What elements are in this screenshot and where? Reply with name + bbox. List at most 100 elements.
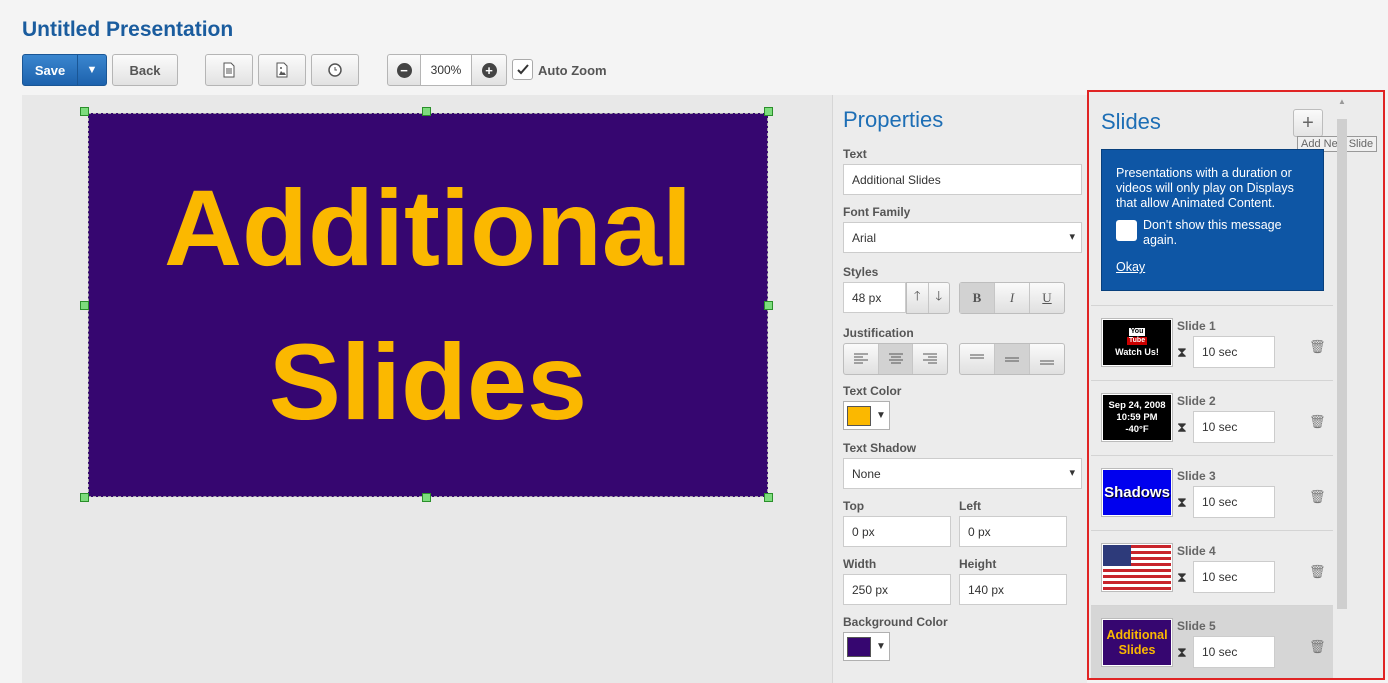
trash-icon[interactable]: 🗑 (1309, 489, 1326, 505)
italic-button[interactable]: I (995, 283, 1030, 313)
trash-icon[interactable]: 🗑 (1309, 339, 1326, 355)
save-dropdown-button[interactable]: ▼ (77, 54, 107, 86)
align-middle-icon[interactable] (995, 344, 1030, 374)
clock-icon (328, 63, 342, 77)
shadows-thumbnail: Shadows (1103, 470, 1171, 515)
add-image-button[interactable] (258, 54, 306, 86)
slide-list-item-selected[interactable]: Additional Slides Slide 5 ⧗ 10 sec 🗑 (1091, 605, 1333, 678)
font-size-input[interactable]: 48 px (843, 282, 906, 313)
zoom-in-button[interactable]: + (471, 54, 507, 86)
horizontal-align-group (843, 343, 948, 375)
slide-name: Slide 2 (1177, 394, 1216, 408)
width-input[interactable]: 250 px (843, 574, 951, 605)
dont-show-checkbox[interactable] (1116, 220, 1137, 241)
resize-handle-top[interactable] (422, 107, 431, 116)
caret-down-icon: ▼ (876, 641, 886, 652)
font-family-label: Font Family (843, 205, 911, 219)
arrow-up-icon[interactable]: 🡑 (907, 283, 929, 313)
slides-scrollbar[interactable]: ▲ (1335, 97, 1349, 677)
height-input[interactable]: 140 px (959, 574, 1067, 605)
plus-icon: + (481, 62, 497, 78)
auto-zoom-checkbox[interactable] (512, 59, 533, 80)
add-new-slide-button[interactable]: + (1293, 109, 1323, 137)
height-label: Height (959, 557, 997, 571)
resize-handle-bottom[interactable] (422, 493, 431, 502)
hourglass-icon: ⧗ (1177, 569, 1187, 585)
background-color-swatch (847, 636, 871, 657)
top-input[interactable]: 0 px (843, 516, 951, 547)
slide-thumbnail[interactable]: You Tube Watch Us! (1101, 318, 1173, 367)
font-size-stepper: 🡑 🡓 (906, 282, 950, 314)
align-center-icon[interactable] (878, 344, 914, 374)
underline-button[interactable]: U (1030, 283, 1064, 313)
slide-text: Additional Slides (164, 167, 692, 442)
hourglass-icon: ⧗ (1177, 344, 1187, 360)
auto-zoom-label: Auto Zoom (538, 63, 607, 78)
slide-thumbnail[interactable]: Sep 24, 2008 10:59 PM -40°F (1101, 393, 1173, 442)
text-color-picker[interactable]: ▼ (843, 401, 890, 430)
bold-button[interactable]: B (960, 283, 995, 313)
back-button[interactable]: Back (112, 54, 178, 86)
slide-list-item[interactable]: Shadows Slide 3 ⧗ 10 sec 🗑 (1091, 455, 1333, 530)
additional-slides-thumbnail: Additional Slides (1103, 620, 1171, 665)
align-bottom-icon[interactable] (1030, 344, 1064, 374)
hourglass-icon: ⧗ (1177, 419, 1187, 435)
resize-handle-bottom-right[interactable] (764, 493, 773, 502)
document-icon (223, 62, 235, 78)
zoom-level[interactable]: 300% (420, 54, 472, 86)
image-icon (276, 62, 288, 78)
slide-canvas[interactable]: Additional Slides (22, 95, 832, 683)
add-text-button[interactable] (205, 54, 253, 86)
resize-handle-right[interactable] (764, 301, 773, 310)
slide-list-item[interactable]: You Tube Watch Us! Slide 1 ⧗ 10 sec 🗑 (1091, 305, 1333, 380)
scrollbar-thumb[interactable] (1337, 119, 1347, 609)
slide-name: Slide 3 (1177, 469, 1216, 483)
slide-list-item[interactable]: Slide 4 ⧗ 10 sec 🗑 (1091, 530, 1333, 605)
text-color-label: Text Color (843, 384, 902, 398)
animated-content-notice: Presentations with a duration or videos … (1101, 149, 1324, 291)
slide-duration-input[interactable]: 10 sec (1193, 336, 1275, 368)
scroll-up-icon[interactable]: ▲ (1338, 97, 1346, 106)
save-button[interactable]: Save (22, 54, 78, 86)
align-right-icon[interactable] (913, 344, 947, 374)
align-left-icon[interactable] (844, 344, 879, 374)
top-label: Top (843, 499, 865, 513)
text-shadow-select[interactable]: None (843, 458, 1082, 489)
resize-handle-left[interactable] (80, 301, 89, 310)
youtube-thumbnail: You Tube Watch Us! (1103, 320, 1171, 365)
slides-panel: Slides + Add New Slide Presentations wit… (1087, 90, 1385, 680)
dont-show-label: Don't show this message again. (1143, 218, 1282, 247)
resize-handle-top-right[interactable] (764, 107, 773, 116)
minus-icon: − (396, 62, 412, 78)
slide-list-item[interactable]: Sep 24, 2008 10:59 PM -40°F Slide 2 ⧗ 10… (1091, 380, 1333, 455)
trash-icon[interactable]: 🗑 (1309, 639, 1326, 655)
flag-thumbnail (1103, 545, 1171, 590)
resize-handle-top-left[interactable] (80, 107, 89, 116)
trash-icon[interactable]: 🗑 (1309, 414, 1326, 430)
trash-icon[interactable]: 🗑 (1309, 564, 1326, 580)
properties-panel: Properties Text Additional Slides Font F… (832, 95, 1087, 683)
slide-duration-input[interactable]: 10 sec (1193, 411, 1275, 443)
slide-duration-input[interactable]: 10 sec (1193, 561, 1275, 593)
left-input[interactable]: 0 px (959, 516, 1067, 547)
slide-name: Slide 4 (1177, 544, 1216, 558)
arrow-down-icon[interactable]: 🡓 (929, 283, 950, 313)
checkmark-icon (516, 63, 529, 74)
text-input[interactable]: Additional Slides (843, 164, 1082, 195)
resize-handle-bottom-left[interactable] (80, 493, 89, 502)
font-family-select[interactable]: Arial (843, 222, 1082, 253)
okay-link[interactable]: Okay (1116, 260, 1145, 275)
width-label: Width (843, 557, 877, 571)
slide-duration-input[interactable]: 10 sec (1193, 486, 1275, 518)
background-color-picker[interactable]: ▼ (843, 632, 890, 661)
zoom-out-button[interactable]: − (387, 54, 421, 86)
justification-label: Justification (843, 326, 914, 340)
add-clock-button[interactable] (311, 54, 359, 86)
slide-duration-input[interactable]: 10 sec (1193, 636, 1275, 668)
slide-text-box[interactable]: Additional Slides (88, 113, 768, 497)
slide-thumbnail[interactable]: Additional Slides (1101, 618, 1173, 667)
slide-thumbnail[interactable]: Shadows (1101, 468, 1173, 517)
flag-canton (1103, 545, 1131, 566)
slide-thumbnail[interactable] (1101, 543, 1173, 592)
align-top-icon[interactable] (960, 344, 995, 374)
